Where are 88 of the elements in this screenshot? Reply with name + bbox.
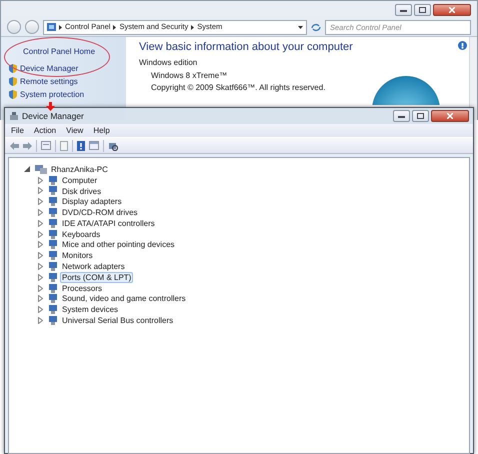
collapsed-toggle-icon[interactable] [38,187,43,194]
collapsed-toggle-icon[interactable] [38,274,43,281]
arrow-icon [46,102,55,111]
close-button[interactable] [433,4,471,16]
maximize-button[interactable] [414,4,431,16]
back-button[interactable] [7,20,21,34]
orb-icon [371,75,441,105]
sidebar-link[interactable]: Device Manager [9,62,78,75]
collapsed-toggle-icon[interactable] [38,263,43,270]
tree-item[interactable]: Computer [60,174,100,186]
collapsed-toggle-icon[interactable] [38,176,43,184]
window-title: Device Manager [22,110,84,122]
device-icon [48,176,58,185]
device-icon [48,305,58,314]
shield-icon [9,77,17,86]
scrollbar[interactable] [469,37,477,120]
collapsed-toggle-icon[interactable] [38,220,43,227]
collapsed-toggle-icon[interactable] [38,252,43,260]
minimize-icon [398,114,405,118]
collapsed-toggle-icon[interactable] [38,209,43,216]
sidebar-link[interactable]: Control Panel Home [9,45,96,58]
tree-item[interactable]: Mice and other pointing devices [60,239,177,250]
copyright-text: Copyright © 2009 Skatf666™. All rights reserved. [150,83,326,93]
page-heading: View basic information about your computer [139,41,353,54]
collapsed-toggle-icon[interactable] [38,198,43,206]
document-icon[interactable] [60,140,68,150]
device-icon [48,262,58,272]
menu-item[interactable]: View [66,124,84,136]
tree-item[interactable]: Keyboards [60,228,102,240]
shield-icon [9,90,17,99]
sidebar-link[interactable]: Remote settings [9,75,78,88]
tree-item[interactable]: DVD/CD-ROM drives [60,207,140,218]
device-icon [48,208,58,218]
close-icon [449,7,455,13]
collapsed-toggle-icon[interactable] [38,317,43,324]
tree-item[interactable]: Display adapters [60,196,124,208]
device-icon [48,272,58,282]
dropdown-icon [298,26,303,28]
minimize-button[interactable] [395,4,412,16]
tree-item[interactable]: System devices [60,304,120,316]
window-icon[interactable] [89,141,99,150]
device-icon [48,230,58,239]
tree-item[interactable]: IDE ATA/ATAPI controllers [60,218,157,229]
device-manager-icon [9,112,19,120]
back-arrow-icon[interactable] [10,142,19,150]
collapsed-toggle-icon[interactable] [38,230,43,238]
maximize-button[interactable] [412,110,429,122]
maximize-icon [417,113,424,119]
collapsed-toggle-icon[interactable] [38,284,43,292]
forward-button[interactable] [25,20,39,34]
menu-item[interactable]: Help [93,124,110,136]
refresh-icon[interactable] [311,22,321,32]
collapsed-toggle-icon[interactable] [38,306,43,314]
tree-item[interactable]: Ports (COM & LPT) [60,272,134,283]
collapsed-toggle-icon[interactable] [38,241,43,248]
chevron-icon [113,24,116,30]
menu-item[interactable]: Action [34,124,56,136]
menu-item[interactable]: File [11,124,24,136]
device-icon [48,186,58,196]
edition-text: Windows 8 xTreme™ [150,70,228,80]
minimize-icon [400,8,407,12]
device-icon [48,197,58,206]
device-icon [48,251,58,260]
tree-item[interactable]: Monitors [60,250,95,262]
shield-icon [9,64,17,73]
section-heading: Windows edition [139,58,198,68]
tree-item[interactable]: Sound, video and game controllers [60,293,188,304]
device-icon [48,316,58,326]
tree-item[interactable]: RhanzAnika-PC [49,164,110,175]
device-icon [48,284,58,293]
tree-item[interactable]: Disk drives [60,186,104,196]
chevron-icon [191,24,194,30]
device-icon [48,218,58,228]
chevron-icon [59,24,62,30]
expanded-toggle-icon[interactable] [24,166,30,172]
tree-item[interactable]: Processors [60,282,104,294]
tree-item[interactable]: Network adapters [60,261,127,272]
minimize-button[interactable] [393,110,410,122]
tree-item[interactable]: Universal Serial Bus controllers [60,315,176,326]
device-icon [48,294,58,304]
sidebar-link[interactable]: System protection [9,88,84,101]
control-panel-icon [47,23,56,31]
collapsed-toggle-icon[interactable] [38,295,43,302]
forward-arrow-icon[interactable] [23,142,32,150]
close-icon [447,113,453,119]
close-button[interactable] [431,110,469,122]
maximize-icon [419,7,426,13]
device-icon [48,240,58,250]
